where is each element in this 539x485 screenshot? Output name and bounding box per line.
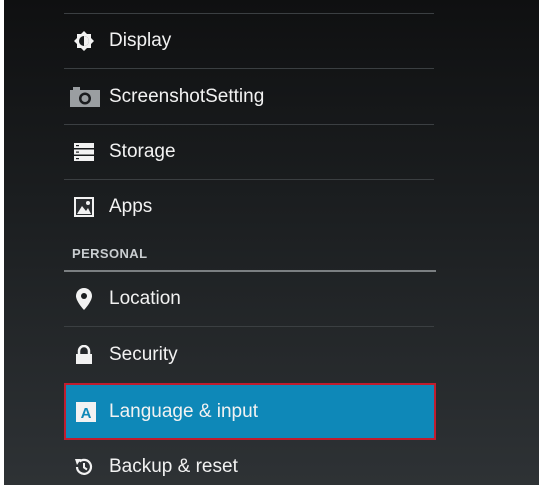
divider (64, 326, 434, 327)
settings-item-label: Storage (109, 141, 176, 162)
settings-item-display[interactable]: Display (64, 14, 436, 69)
settings-item-label: Security (109, 344, 178, 365)
settings-item-label: ScreenshotSetting (109, 86, 265, 107)
svg-text:A: A (81, 405, 92, 422)
settings-item-security[interactable]: Security (64, 328, 436, 382)
settings-item-language-input[interactable]: A Language & input (64, 383, 436, 440)
settings-screen: Display ScreenshotSetting Storage Apps P… (4, 0, 539, 485)
camera-icon (69, 85, 101, 109)
location-pin-icon (72, 287, 96, 311)
settings-item-label: Backup & reset (109, 456, 238, 477)
settings-item-screenshot-setting[interactable]: ScreenshotSetting (64, 70, 436, 125)
settings-item-label: Display (109, 30, 172, 51)
storage-icon (72, 140, 96, 164)
settings-item-storage[interactable]: Storage (64, 125, 436, 180)
lock-icon (72, 343, 96, 367)
backup-restore-icon (72, 455, 96, 479)
settings-item-backup-reset[interactable]: Backup & reset (64, 440, 436, 485)
settings-item-apps[interactable]: Apps (64, 180, 436, 234)
apps-icon (72, 195, 96, 219)
divider (64, 68, 434, 69)
display-brightness-icon (72, 29, 96, 53)
settings-item-label: Location (109, 288, 181, 309)
settings-item-label: Language & input (109, 400, 258, 422)
settings-item-location[interactable]: Location (64, 272, 436, 327)
section-header-personal: PERSONAL (72, 246, 148, 261)
language-keyboard-icon: A (74, 400, 98, 424)
settings-item-label: Apps (109, 196, 153, 217)
